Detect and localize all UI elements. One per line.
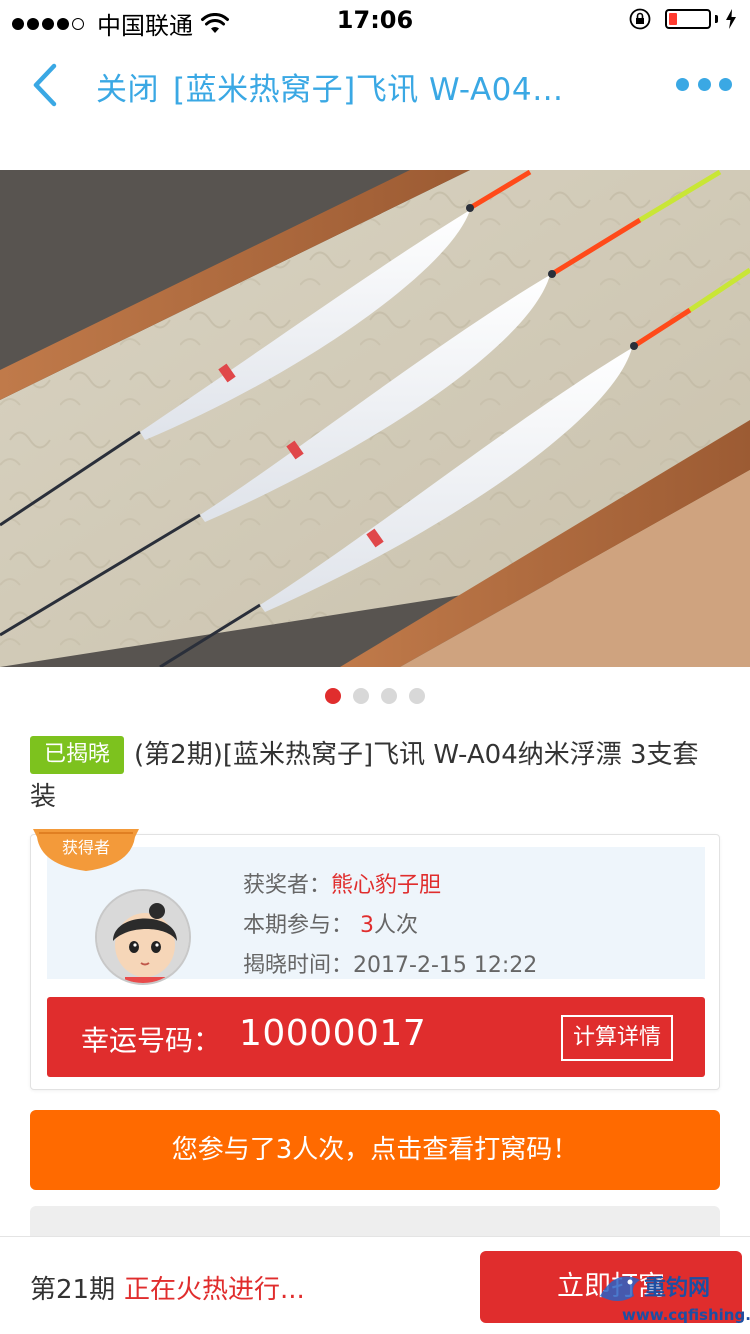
participation-line: 本期参与： 3人次 xyxy=(243,907,418,939)
view-codes-button[interactable]: 您参与了3人次，点击查看打窝码！ xyxy=(30,1110,720,1190)
winner-info-panel: 获奖者：熊心豹子胆 本期参与： 3人次 揭晓时间：2017-2-15 12:22 xyxy=(47,847,705,985)
carousel-indicator xyxy=(0,688,750,704)
lucky-number: 10000017 xyxy=(239,1013,427,1054)
battery-nub xyxy=(715,15,718,23)
status-badge: 已揭晓 xyxy=(30,736,125,774)
winner-name-line: 获奖者：熊心豹子胆 xyxy=(243,867,441,899)
more-menu-icon[interactable] xyxy=(676,68,732,100)
nav-bar: 关闭 [蓝米热窝子]飞讯 W-A04纳米浮漂 3支套装 xyxy=(0,40,750,130)
reveal-label: 揭晓时间： xyxy=(243,953,354,978)
fishing-floats-photo xyxy=(0,170,750,667)
back-chevron-icon[interactable] xyxy=(28,60,62,110)
winner-card: 获奖者：熊心豹子胆 本期参与： 3人次 揭晓时间：2017-2-15 12:22… xyxy=(30,829,720,1090)
page-title: [蓝米热窝子]飞讯 W-A04纳米浮漂 3支套装 xyxy=(173,72,576,108)
product-title: (第2期)[蓝米热窝子]飞讯 W-A04纳米浮漂 3支套装 xyxy=(30,740,699,812)
reveal-time-line: 揭晓时间：2017-2-15 12:22 xyxy=(243,947,537,979)
status-bar: 中国联通 17:06 xyxy=(0,0,750,40)
lucky-number-label: 幸运号码： xyxy=(81,1024,222,1057)
product-title-block: 已揭晓 (第2期)[蓝米热窝子]飞讯 W-A04纳米浮漂 3支套装 xyxy=(30,734,720,818)
participation-count: 3 xyxy=(360,913,375,938)
winner-name[interactable]: 熊心豹子胆 xyxy=(331,873,441,898)
calculation-details-button[interactable]: 计算详情 xyxy=(560,1015,673,1061)
battery-level xyxy=(669,13,677,25)
more-dot xyxy=(676,77,689,91)
avatar[interactable] xyxy=(95,889,191,985)
participation-unit: 人次 xyxy=(374,913,419,938)
status-right xyxy=(629,8,738,30)
carousel-dot[interactable] xyxy=(409,688,425,704)
more-dot xyxy=(719,77,732,91)
more-dot xyxy=(697,77,711,91)
carousel-dot[interactable] xyxy=(381,688,397,704)
join-now-button[interactable]: 立即打窝 xyxy=(480,1251,742,1323)
bottom-bar: 第21期 正在火热进行... 立即打窝 xyxy=(0,1236,750,1334)
period-status[interactable]: 正在火热进行... xyxy=(124,1269,305,1306)
product-image[interactable] xyxy=(0,170,750,667)
carousel-dot[interactable] xyxy=(353,688,369,704)
participation-label: 本期参与： xyxy=(243,913,354,938)
close-link[interactable]: 关闭 xyxy=(96,72,159,108)
battery-icon xyxy=(665,9,711,29)
nav-title: 关闭 [蓝米热窝子]飞讯 W-A04纳米浮漂 3支套装 xyxy=(96,64,576,109)
winner-badge-label: 获得者 xyxy=(62,838,110,857)
charging-bolt-icon xyxy=(726,9,736,29)
lucky-number-bar: 幸运号码： 10000017 计算详情 xyxy=(47,997,705,1077)
period-label: 第21期 xyxy=(30,1275,116,1305)
winner-label: 获奖者： xyxy=(243,873,332,898)
winner-ribbon-icon: 获得者 xyxy=(33,829,139,871)
rotation-lock-icon xyxy=(629,8,651,30)
carousel-dot[interactable] xyxy=(325,688,341,704)
avatar-illustration xyxy=(97,891,189,983)
reveal-time: 2017-2-15 12:22 xyxy=(353,953,538,978)
